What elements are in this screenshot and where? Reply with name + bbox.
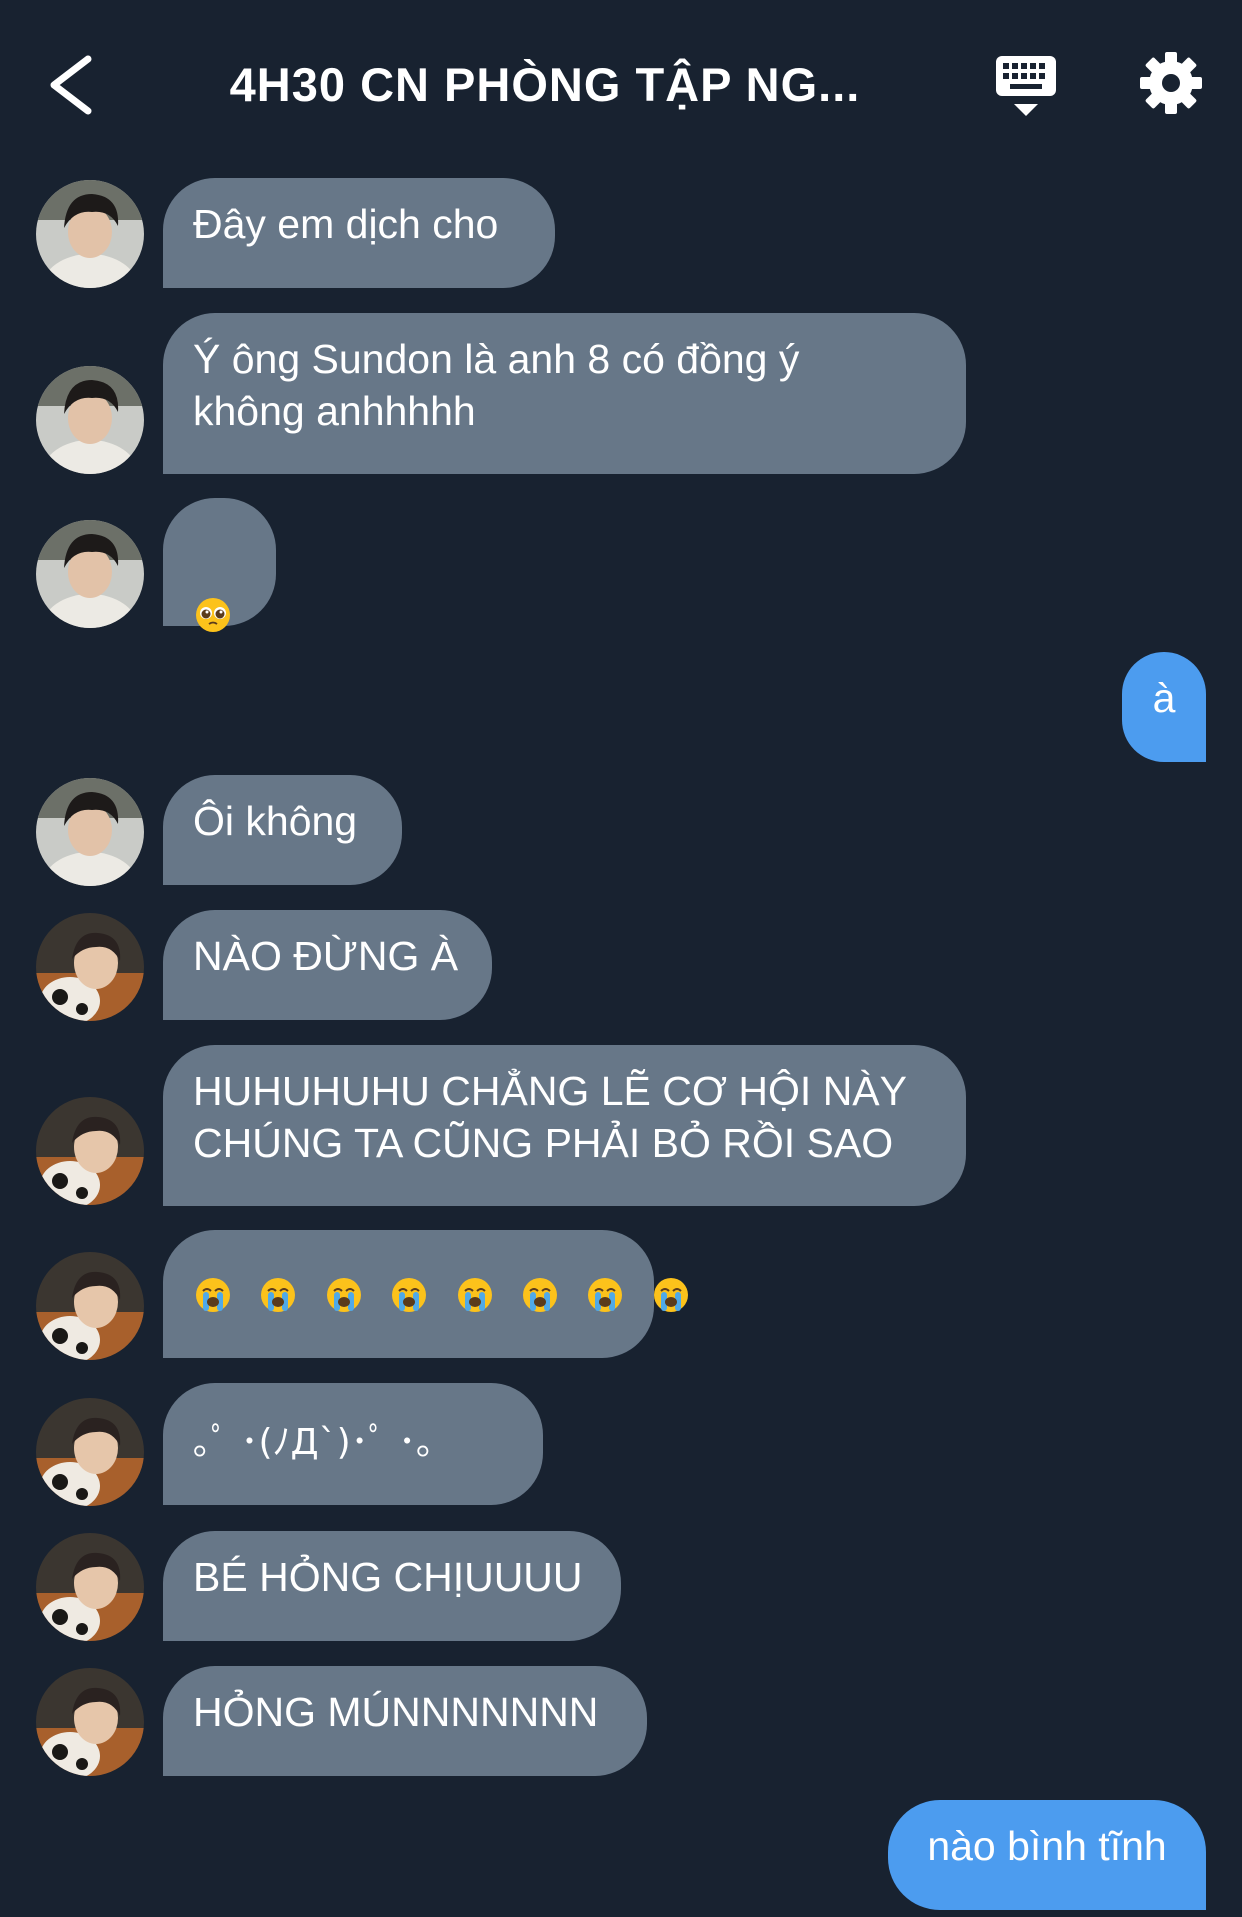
loudly-crying-face-emoji bbox=[457, 1278, 492, 1313]
chat-header: 4H30 CN PHÒNG TẬP NG... bbox=[0, 0, 1242, 170]
avatar[interactable] bbox=[36, 1097, 144, 1205]
gear-icon bbox=[1140, 52, 1202, 114]
message-bubble[interactable]: ｡ﾟ ･(ﾉД`)･ﾟ ･｡ bbox=[163, 1383, 543, 1505]
message-bubble[interactable]: Ý ông Sundon là anh 8 có đồng ý không an… bbox=[163, 313, 966, 474]
loudly-crying-face-emoji bbox=[196, 1278, 230, 1313]
message-bubble[interactable]: Ôi không bbox=[163, 775, 402, 885]
message-bubble[interactable]: à bbox=[1122, 652, 1206, 762]
message-bubble[interactable]: NÀO ĐỪNG À bbox=[163, 910, 492, 1020]
loudly-crying-face-emoji bbox=[261, 1278, 296, 1313]
avatar[interactable] bbox=[36, 180, 144, 288]
avatar[interactable] bbox=[36, 1252, 144, 1360]
message-bubble[interactable]: nào bình tĩnh bbox=[888, 1800, 1206, 1910]
avatar[interactable] bbox=[36, 913, 144, 1021]
message-bubble[interactable]: Đây em dịch cho bbox=[163, 178, 555, 288]
keyboard-toggle-button[interactable] bbox=[990, 52, 1062, 122]
loudly-crying-face-emoji bbox=[653, 1278, 688, 1313]
avatar[interactable] bbox=[36, 1398, 144, 1506]
avatar[interactable] bbox=[36, 520, 144, 628]
back-button[interactable] bbox=[40, 45, 110, 125]
loudly-crying-face-emoji bbox=[588, 1278, 623, 1313]
message-bubble[interactable]: HUHUHUHU CHẲNG LẼ CƠ HỘI NÀY CHÚNG TA CŨ… bbox=[163, 1045, 966, 1206]
pleading-face-emoji bbox=[196, 598, 230, 633]
message-bubble[interactable] bbox=[163, 498, 276, 633]
message-bubble[interactable] bbox=[163, 1230, 688, 1358]
avatar[interactable] bbox=[36, 1533, 144, 1641]
loudly-crying-face-emoji bbox=[523, 1278, 558, 1313]
loudly-crying-face-emoji bbox=[392, 1278, 427, 1313]
avatar[interactable] bbox=[36, 778, 144, 886]
message-bubble[interactable]: BÉ HỎNG CHỊUUUU bbox=[163, 1531, 621, 1641]
message-bubble[interactable]: HỎNG MÚNNNNNNN bbox=[163, 1666, 647, 1776]
keyboard-icon bbox=[996, 56, 1056, 116]
avatar[interactable] bbox=[36, 366, 144, 474]
settings-button[interactable] bbox=[1138, 50, 1204, 116]
chat-title[interactable]: 4H30 CN PHÒNG TẬP NG... bbox=[190, 50, 900, 120]
loudly-crying-face-emoji bbox=[326, 1278, 361, 1313]
chevron-left-icon bbox=[50, 55, 92, 115]
avatar[interactable] bbox=[36, 1668, 144, 1776]
